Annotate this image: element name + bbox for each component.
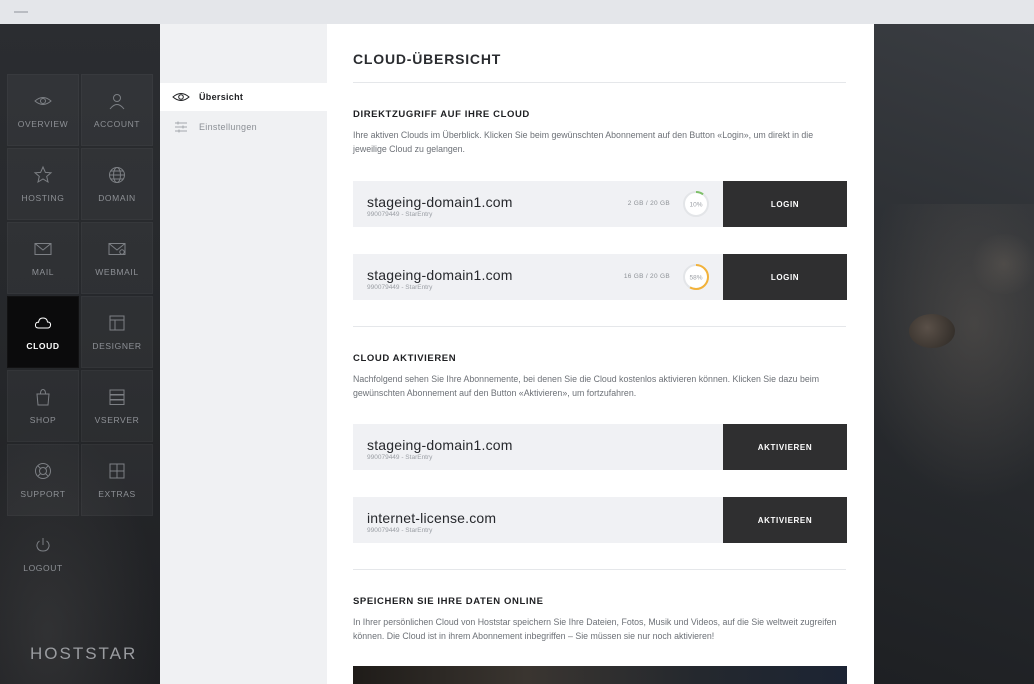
sidebar-item-extras[interactable]: EXTRAS [81,444,153,516]
section-title-direct-access: DIREKTZUGRIFF AUF IHRE CLOUD [353,109,530,120]
usage-ring: 10% [683,191,709,217]
sidebar-item-label: SHOP [29,415,57,425]
usage-percent: 10% [689,202,702,209]
brand-logo[interactable]: HOSTSTAR [30,644,137,664]
subnav-item-label: Übersicht [199,92,244,102]
sidebar: OVERVIEW ACCOUNT HOSTING DOMAIN MAIL WEB… [0,24,160,684]
page-title: CLOUD-ÜBERSICHT [353,51,502,67]
sidebar-item-label: LOGOUT [23,563,63,573]
envelope-icon [34,243,52,255]
sidebar-item-webmail[interactable]: WEBMAIL [81,222,153,294]
grid-icon [109,463,125,479]
cloud-icon [34,317,52,329]
minimize-icon[interactable] [14,11,28,13]
sidebar-item-label: EXTRAS [98,489,136,499]
divider [353,569,846,570]
cloud-domain: stageing-domain1.com [367,194,513,210]
sidebar-item-label: OVERVIEW [17,119,69,129]
cloud-subscription: 990079449 - StarEntry [367,211,433,218]
subscription-domain: internet-license.com [367,510,497,526]
window-titlebar [0,0,1034,24]
section-title-activate: CLOUD AKTIVIEREN [353,353,457,364]
eye-icon [172,93,190,101]
subscription-row: stageing-domain1.com 990079449 - StarEnt… [353,424,847,470]
cloud-row: stageing-domain1.com 990079449 - StarEnt… [353,181,847,227]
background-photo [874,24,1034,684]
sidebar-item-label: WEBMAIL [95,267,139,277]
sidebar-item-support[interactable]: SUPPORT [7,444,79,516]
lifebuoy-icon [35,463,51,479]
sidebar-item-label: CLOUD [26,341,60,351]
subnav-item-settings[interactable]: Einstellungen [160,113,327,141]
sidebar-item-account[interactable]: ACCOUNT [81,74,153,146]
promo-image [353,666,847,684]
section-text-store-online: In Ihrer persönlichen Cloud von Hoststar… [353,617,837,641]
section-title-store-online: SPEICHERN SIE IHRE DATEN ONLINE [353,596,544,607]
subscription-row: internet-license.com 990079449 - StarEnt… [353,497,847,543]
subnav-item-label: Einstellungen [199,122,257,132]
storage-usage: 16 GB / 20 GB [623,273,670,280]
user-icon [109,94,125,110]
subscription-id: 990079449 - StarEntry [367,454,433,461]
usage-percent: 58% [689,275,702,282]
power-icon [36,538,50,552]
sidebar-item-label: SUPPORT [20,489,66,499]
star-icon [33,165,53,184]
subscription-domain: stageing-domain1.com [367,437,513,453]
cloud-domain: stageing-domain1.com [367,267,513,283]
section-text-direct-access: Ihre aktiven Clouds im Überblick. Klicke… [353,130,814,154]
subnav-item-overview[interactable]: Übersicht [160,83,327,111]
activate-button[interactable]: AKTIVIEREN [723,497,847,543]
sliders-icon [175,121,187,133]
subnav: Übersicht Einstellungen [160,24,327,684]
sidebar-item-domain[interactable]: DOMAIN [81,148,153,220]
sidebar-item-mail[interactable]: MAIL [7,222,79,294]
eye-icon [34,97,52,105]
sidebar-item-designer[interactable]: DESIGNER [81,296,153,368]
storage-usage: 2 GB / 20 GB [627,200,670,207]
sidebar-item-overview[interactable]: OVERVIEW [7,74,79,146]
sidebar-item-label: VSERVER [94,415,140,425]
main-content: CLOUD-ÜBERSICHT DIREKTZUGRIFF AUF IHRE C… [327,24,874,684]
divider [353,326,846,327]
sidebar-item-logout[interactable]: LOGOUT [7,518,79,590]
subscription-id: 990079449 - StarEntry [367,527,433,534]
sidebar-item-hosting[interactable]: HOSTING [7,148,79,220]
usage-ring: 58% [683,264,709,290]
activate-button[interactable]: AKTIVIEREN [723,424,847,470]
layout-icon [109,315,125,331]
sidebar-item-cloud[interactable]: CLOUD [7,296,79,368]
globe-icon [109,167,125,183]
sidebar-item-shop[interactable]: SHOP [7,370,79,442]
server-icon [109,389,125,405]
sidebar-item-vserver[interactable]: VSERVER [81,370,153,442]
cloud-subscription: 990079449 - StarEntry [367,284,433,291]
webmail-icon [108,243,126,255]
section-text-activate: Nachfolgend sehen Sie Ihre Abonnemente, … [353,374,820,398]
cloud-row: stageing-domain1.com 990079449 - StarEnt… [353,254,847,300]
sidebar-item-label: DESIGNER [92,341,142,351]
sidebar-item-label: DOMAIN [98,193,136,203]
login-button[interactable]: LOGIN [723,254,847,300]
sidebar-item-label: HOSTING [21,193,65,203]
sidebar-item-label: MAIL [31,267,55,277]
login-button[interactable]: LOGIN [723,181,847,227]
shopping-bag-icon [36,388,50,406]
sidebar-item-label: ACCOUNT [93,119,141,129]
divider [353,82,846,83]
